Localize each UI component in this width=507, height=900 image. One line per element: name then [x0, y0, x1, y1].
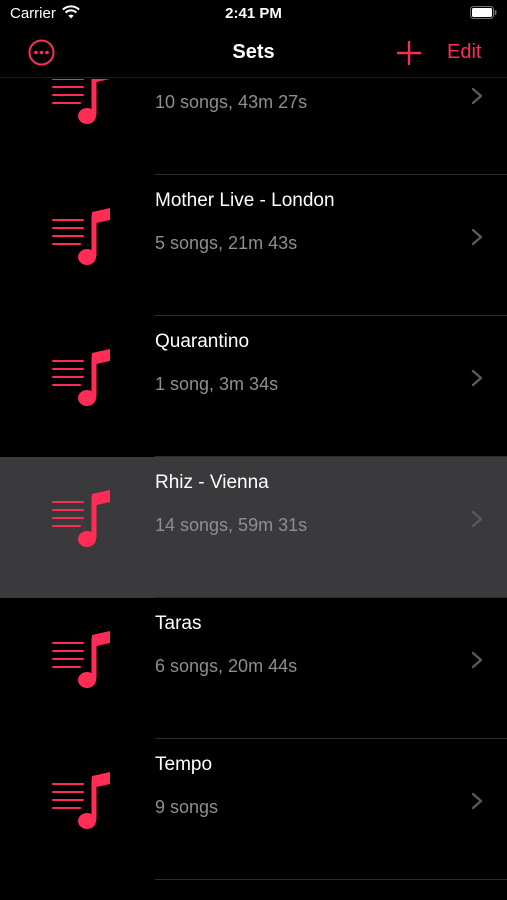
- set-subtitle: 14 songs, 59m 31s: [155, 515, 308, 535]
- music-note-list-icon: [52, 490, 110, 547]
- chevron-right-icon: [471, 510, 483, 528]
- sets-list[interactable]: Depo - Riga 10 songs, 43m 27s Mother Liv…: [0, 79, 507, 900]
- navigation-bar: Sets Edit: [0, 30, 507, 78]
- set-title: Quarantino: [155, 331, 250, 352]
- music-note-list-icon: [52, 631, 110, 688]
- chevron-right-icon: [471, 228, 483, 246]
- set-subtitle: 1 song, 3m 34s: [155, 374, 279, 394]
- battery-icon: [470, 6, 497, 19]
- set-subtitle: 10 songs, 43m 27s: [155, 92, 308, 112]
- set-title: Tempo: [155, 754, 213, 775]
- chevron-right-icon: [471, 651, 483, 669]
- set-row-5[interactable]: Tempo 9 songs: [0, 739, 507, 880]
- status-time: 2:41 PM: [225, 5, 282, 22]
- ellipsis-circle-icon[interactable]: [28, 39, 55, 66]
- set-row-1[interactable]: Mother Live - London 5 songs, 21m 43s: [0, 175, 507, 316]
- set-subtitle: 6 songs, 20m 44s: [155, 656, 298, 676]
- page-title: Sets: [232, 41, 275, 63]
- set-row-0[interactable]: Depo - Riga 10 songs, 43m 27s: [0, 79, 507, 175]
- chevron-right-icon: [471, 792, 483, 810]
- plus-icon[interactable]: [397, 41, 421, 65]
- status-bar: Carrier 2:41 PM: [0, 0, 507, 30]
- set-subtitle: 5 songs, 21m 43s: [155, 233, 298, 253]
- music-note-list-icon: [52, 79, 110, 124]
- set-row-3[interactable]: Rhiz - Vienna 14 songs, 59m 31s: [0, 457, 507, 598]
- set-title: Taras: [155, 613, 202, 634]
- set-row-2[interactable]: Quarantino 1 song, 3m 34s: [0, 316, 507, 457]
- set-subtitle: 9 songs: [155, 797, 219, 817]
- set-title: Rhiz - Vienna: [155, 472, 269, 493]
- music-note-list-icon: [52, 349, 110, 406]
- music-note-list-icon: [52, 208, 110, 265]
- chevron-right-icon: [471, 369, 483, 387]
- chevron-right-icon: [471, 87, 483, 105]
- music-note-list-icon: [52, 772, 110, 829]
- row-separator: [155, 879, 507, 880]
- set-title: Mother Live - London: [155, 190, 335, 211]
- edit-button[interactable]: Edit: [447, 41, 481, 64]
- set-row-4[interactable]: Taras 6 songs, 20m 44s: [0, 598, 507, 739]
